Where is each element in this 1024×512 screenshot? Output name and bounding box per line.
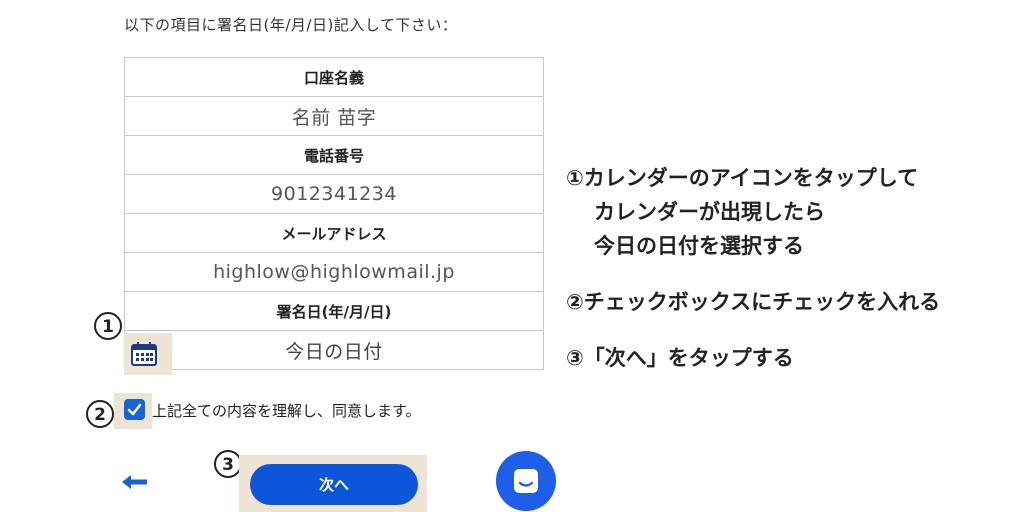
arrow-left-icon[interactable] bbox=[121, 472, 149, 492]
marker-1: 1 bbox=[94, 312, 122, 340]
chat-icon bbox=[514, 469, 538, 493]
agree-text: 上記全ての内容を理解し、同意します。 bbox=[152, 402, 421, 420]
step1-line2: カレンダーが出現したら bbox=[594, 200, 825, 224]
step3-text: ③「次へ」をタップする bbox=[566, 346, 794, 370]
sign-date-label: 署名日(年/月/日) bbox=[124, 292, 544, 331]
marker-2: 2 bbox=[86, 400, 114, 428]
step2-text: ②チェックボックスにチェックを入れる bbox=[566, 290, 941, 314]
step1-line1: ①カレンダーのアイコンをタップして bbox=[566, 166, 919, 190]
instruction-text: 以下の項目に署名日(年/月/日)記入して下さい： bbox=[124, 16, 458, 34]
account-name-value: 名前 苗字 bbox=[124, 97, 544, 136]
signature-table: 口座名義 名前 苗字 電話番号 9012341234 メールアドレス highl… bbox=[124, 57, 544, 370]
account-name-label: 口座名義 bbox=[124, 58, 544, 97]
marker-3: 3 bbox=[214, 450, 242, 478]
agree-checkbox[interactable] bbox=[124, 399, 145, 420]
chat-button[interactable] bbox=[496, 451, 556, 511]
email-label: メールアドレス bbox=[124, 214, 544, 253]
phone-value: 9012341234 bbox=[124, 175, 544, 214]
email-value: highlow@highlowmail.jp bbox=[124, 253, 544, 292]
phone-label: 電話番号 bbox=[124, 136, 544, 175]
check-icon bbox=[127, 403, 142, 416]
calendar-icon[interactable] bbox=[131, 342, 157, 366]
sign-date-input[interactable]: 今日の日付 bbox=[124, 331, 544, 370]
step1-line3: 今日の日付を選択する bbox=[594, 234, 804, 258]
next-button[interactable]: 次へ bbox=[250, 464, 418, 505]
